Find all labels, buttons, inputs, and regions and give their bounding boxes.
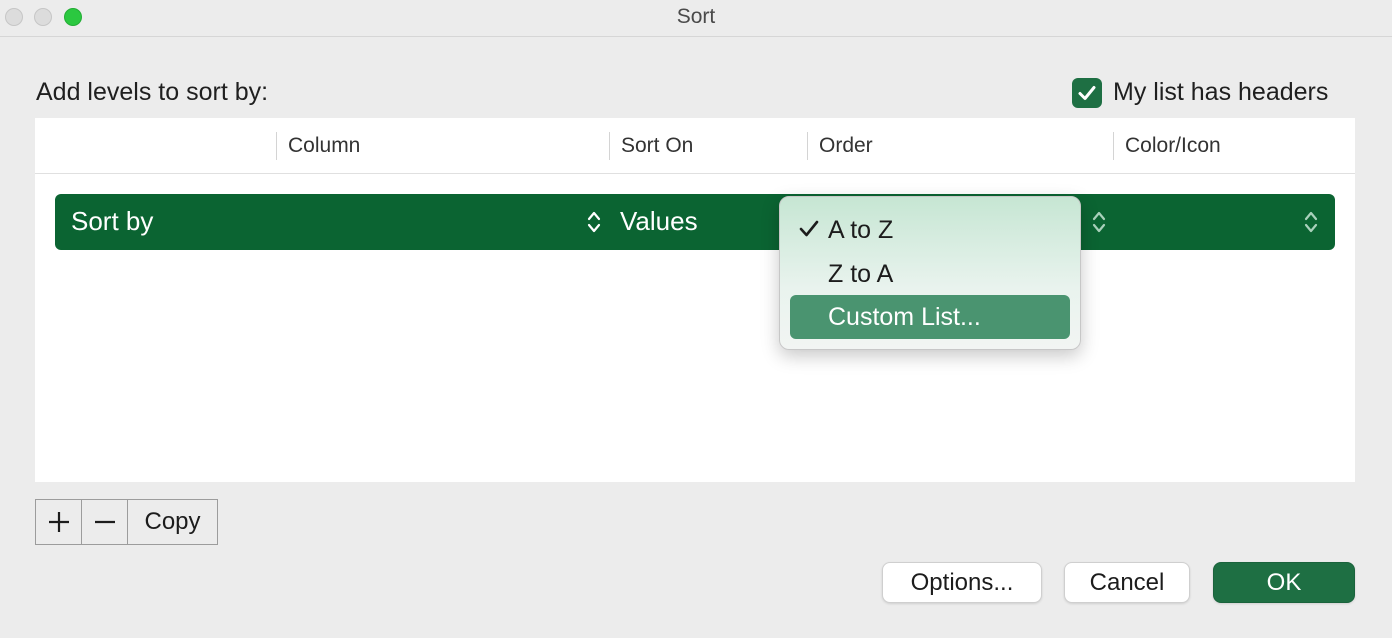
- plus-icon: [49, 512, 69, 532]
- order-option-label: Custom List...: [828, 303, 981, 331]
- checkmark-icon: [799, 220, 819, 237]
- title-bar: Sort: [0, 0, 1392, 37]
- levels-label: Add levels to sort by:: [36, 78, 269, 106]
- minus-icon: [95, 520, 115, 524]
- color-icon-select-chevron-icon[interactable]: [1304, 209, 1318, 235]
- order-option-custom-list[interactable]: Custom List...: [790, 295, 1070, 339]
- column-header-column: Column: [276, 132, 360, 160]
- sort-levels-table: Column Sort On Order Color/Icon Sort by …: [35, 118, 1355, 482]
- order-option-label: A to Z: [828, 216, 894, 244]
- sort-level-row[interactable]: Sort by Values: [55, 194, 1335, 250]
- add-level-button[interactable]: [36, 500, 82, 544]
- window-title: Sort: [676, 5, 716, 28]
- order-option-z-to-a[interactable]: Z to A: [790, 252, 1070, 296]
- headers-checkbox[interactable]: [1072, 78, 1102, 108]
- sort-on-select[interactable]: Values: [620, 206, 698, 237]
- options-button[interactable]: Options...: [882, 562, 1042, 603]
- ok-button[interactable]: OK: [1213, 562, 1355, 603]
- column-header-order: Order: [807, 132, 873, 160]
- checkmark-icon: [1078, 86, 1096, 100]
- order-option-label: Z to A: [828, 260, 894, 288]
- copy-level-button[interactable]: Copy: [128, 500, 217, 544]
- column-header-color-icon: Color/Icon: [1113, 132, 1221, 160]
- order-dropdown-menu: A to Z Z to A Custom List...: [779, 196, 1081, 350]
- order-option-a-to-z[interactable]: A to Z: [790, 208, 1070, 252]
- column-header-sort-on: Sort On: [609, 132, 693, 160]
- headers-checkbox-label[interactable]: My list has headers: [1113, 78, 1328, 107]
- column-select-chevron-icon[interactable]: [587, 209, 601, 235]
- sort-by-label: Sort by: [71, 206, 154, 236]
- cancel-button[interactable]: Cancel: [1064, 562, 1190, 603]
- order-select-chevron-icon[interactable]: [1092, 209, 1106, 235]
- level-buttons: Copy: [35, 499, 218, 545]
- delete-level-button[interactable]: [82, 500, 128, 544]
- table-header: Column Sort On Order Color/Icon: [35, 118, 1355, 174]
